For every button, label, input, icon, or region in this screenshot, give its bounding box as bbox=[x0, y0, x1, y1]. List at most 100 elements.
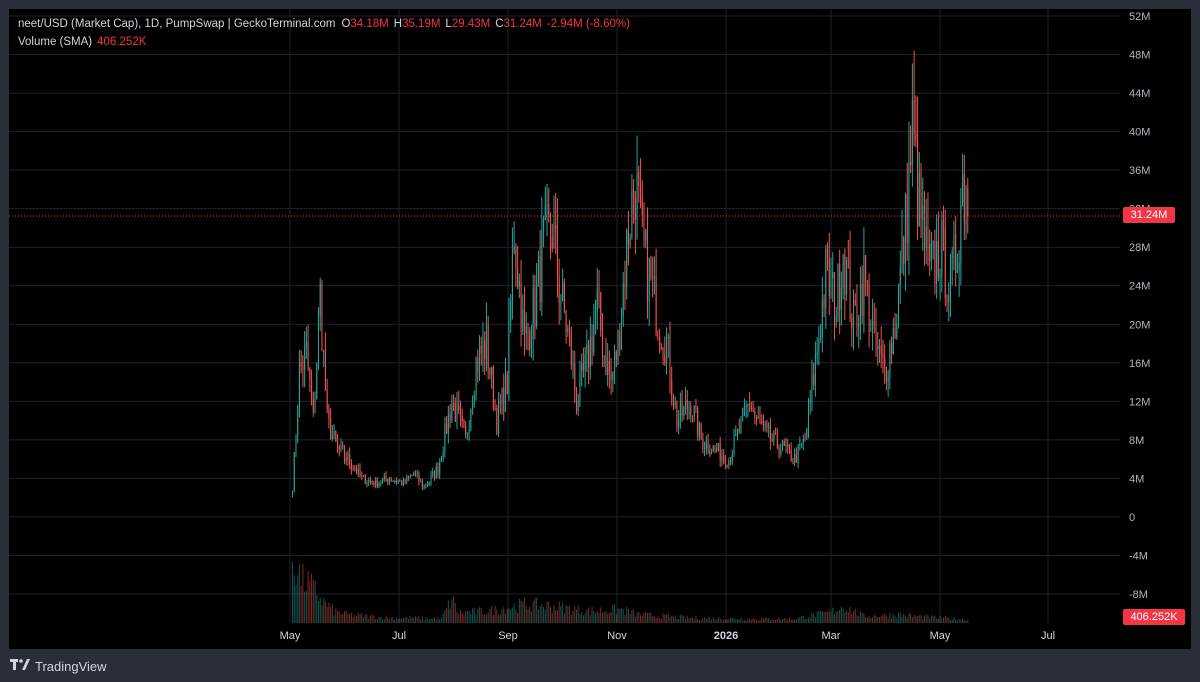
volume-bar bbox=[695, 616, 697, 623]
chart-canvas[interactable]: 52M48M44M40M36M32M28M24M20M16M12M8M4M0-4… bbox=[9, 9, 1191, 649]
volume-bar bbox=[593, 611, 595, 623]
volume-bar bbox=[392, 617, 394, 623]
candle-body bbox=[589, 336, 591, 367]
candle-body bbox=[745, 406, 747, 408]
candle-body bbox=[569, 327, 571, 333]
x-tick-label: 2026 bbox=[714, 630, 738, 642]
candle-body bbox=[937, 240, 939, 278]
volume-bar bbox=[292, 561, 294, 623]
volume-bar bbox=[723, 620, 725, 623]
volume-bar bbox=[752, 618, 754, 623]
volume-bar bbox=[652, 616, 654, 623]
volume-bar bbox=[484, 613, 486, 623]
candle-body bbox=[693, 405, 695, 417]
candle-body bbox=[688, 406, 690, 410]
volume-bar bbox=[742, 620, 744, 623]
volume-bar bbox=[832, 607, 834, 623]
candle-body bbox=[622, 283, 624, 317]
volume-bar bbox=[347, 613, 349, 623]
volume-bar bbox=[906, 617, 908, 623]
volume-indicator-label[interactable]: Volume (SMA) bbox=[18, 33, 92, 51]
candle-body bbox=[780, 450, 782, 455]
candle-body bbox=[534, 287, 536, 327]
volume-bar bbox=[435, 620, 437, 623]
candle-body bbox=[783, 440, 785, 446]
volume-bar bbox=[607, 613, 609, 623]
candle-body bbox=[707, 441, 709, 452]
candle-body bbox=[868, 283, 870, 332]
candle-body bbox=[378, 483, 380, 487]
candle-body bbox=[790, 449, 792, 461]
candle-body bbox=[723, 455, 725, 459]
volume-bar bbox=[350, 612, 352, 623]
volume-bar bbox=[685, 618, 687, 623]
candle-body bbox=[487, 324, 489, 369]
volume-bar bbox=[518, 598, 520, 623]
candle-body bbox=[529, 330, 531, 350]
volume-bar bbox=[480, 607, 482, 623]
footer-branding[interactable]: TradingView bbox=[10, 656, 107, 676]
volume-bar bbox=[705, 618, 707, 623]
volume-bar bbox=[513, 603, 515, 623]
volume-bar bbox=[930, 615, 932, 623]
candle-body bbox=[338, 446, 340, 450]
volume-bar bbox=[922, 618, 924, 623]
y-tick-label: 20M bbox=[1129, 319, 1150, 331]
candle-body bbox=[728, 460, 730, 467]
candle-body bbox=[501, 387, 503, 404]
volume-bar bbox=[416, 617, 418, 623]
candle-body bbox=[530, 339, 532, 350]
volume-bar bbox=[827, 611, 829, 623]
candle-body bbox=[636, 172, 638, 220]
volume-bar bbox=[530, 611, 532, 623]
plot-background bbox=[9, 9, 1120, 623]
volume-bar bbox=[629, 613, 631, 623]
volume-bar bbox=[463, 614, 465, 623]
candle-body bbox=[951, 251, 953, 258]
volume-bar bbox=[835, 611, 837, 623]
candle-body bbox=[645, 228, 647, 242]
candle-body bbox=[664, 355, 666, 364]
candle-body bbox=[468, 428, 470, 433]
candle-body bbox=[369, 480, 371, 482]
candle-body bbox=[678, 419, 680, 428]
candle-body bbox=[582, 363, 584, 371]
candle-body bbox=[956, 269, 958, 274]
volume-bar bbox=[648, 612, 650, 623]
volume-bar bbox=[617, 608, 619, 623]
candle-body bbox=[660, 346, 662, 350]
legend-ohlc-row: neet/USD (Market Cap), 1D, PumpSwap | Ge… bbox=[18, 15, 630, 33]
volume-bar bbox=[468, 611, 470, 623]
candle-body bbox=[574, 363, 576, 390]
symbol-title[interactable]: neet/USD (Market Cap), 1D, PumpSwap | Ge… bbox=[18, 15, 335, 33]
volume-bar bbox=[849, 606, 851, 623]
volume-bar bbox=[567, 606, 569, 623]
candle-body bbox=[717, 442, 719, 452]
volume-bar bbox=[473, 607, 475, 623]
volume-bar bbox=[546, 601, 548, 623]
candle-body bbox=[697, 407, 699, 436]
volume-bar bbox=[304, 591, 306, 623]
candle-body bbox=[641, 197, 643, 217]
candle-body bbox=[769, 426, 771, 442]
volume-bar bbox=[917, 616, 919, 623]
y-tick-label: -8M bbox=[1129, 589, 1148, 601]
volume-bar bbox=[724, 619, 726, 623]
volume-bar bbox=[577, 605, 579, 623]
volume-bar bbox=[491, 605, 493, 623]
volume-bar bbox=[569, 605, 571, 623]
volume-bar bbox=[782, 619, 784, 623]
volume-bar bbox=[878, 616, 881, 623]
volume-bar bbox=[430, 618, 432, 623]
volume-bar bbox=[920, 615, 922, 623]
volume-bar bbox=[439, 619, 441, 623]
volume-bar bbox=[461, 612, 463, 623]
candle-body bbox=[615, 351, 617, 360]
volume-bar bbox=[801, 616, 803, 623]
volume-bar bbox=[669, 617, 671, 623]
volume-bar bbox=[775, 619, 777, 623]
volume-bar bbox=[340, 614, 342, 623]
volume-bar bbox=[326, 606, 328, 623]
volume-bar bbox=[820, 610, 822, 623]
x-tick-label: Mar bbox=[822, 630, 841, 642]
